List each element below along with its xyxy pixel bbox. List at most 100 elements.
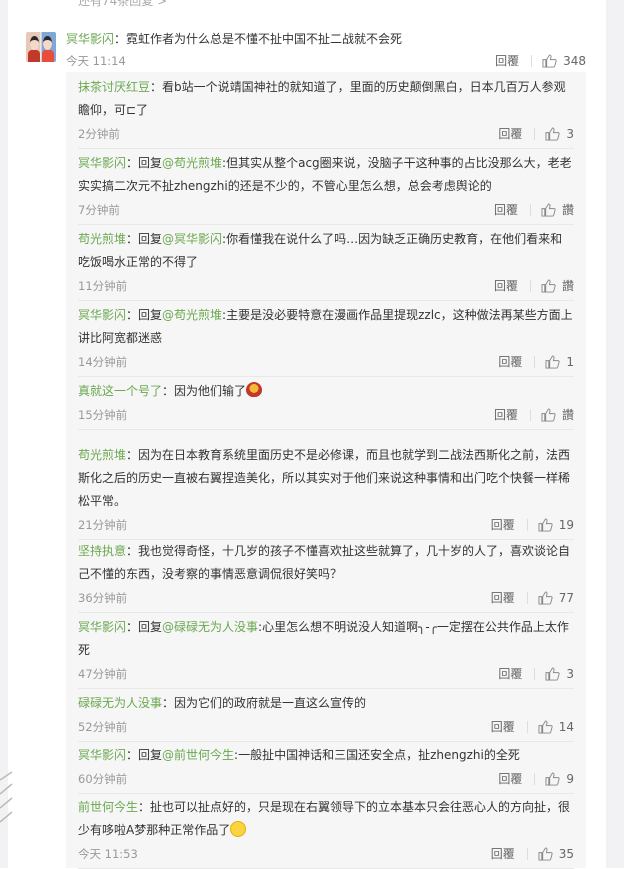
reply-actions: 回覆 3 xyxy=(498,665,574,682)
reply-button[interactable]: 回覆 xyxy=(494,277,518,294)
reply-item: 冥华影闪：回复@前世何今生:一般扯中国神话和三国还安全点，扯zhengzhi的全… xyxy=(78,744,574,794)
decorative-swoosh-icon xyxy=(0,771,13,823)
reply-prefix: ：回复 xyxy=(126,748,163,762)
reply-username[interactable]: 抹茶讨厌红豆 xyxy=(78,80,150,94)
divider xyxy=(534,127,536,140)
reply-item: 碌碌无为人没事：因为它们的政府就是一直这么宣传的 52分钟前 回覆 14 xyxy=(78,692,574,742)
reply-mention[interactable]: @前世何今生 xyxy=(162,748,234,762)
reply-text: ：扯也可以扯点好的，只是现在右翼领导下的立本基本只会往恶心人的方向扯，很少有哆啦… xyxy=(78,800,571,837)
reply-actions: 回覆 讚 xyxy=(494,277,574,294)
reply-item: 苟光煎堆：回复@冥华影闪:你看懂我在说什么了吗…因为缺乏正确历史教育，在他们看来… xyxy=(78,228,574,301)
like-count: 讚 xyxy=(561,408,574,422)
reply-mention[interactable]: @冥华影闪 xyxy=(162,232,222,246)
more-replies-link[interactable]: 还有74条回复 > xyxy=(66,0,586,12)
reply-username[interactable]: 真就这一个号了 xyxy=(78,384,162,398)
reply-actions: 回覆 3 xyxy=(498,125,574,142)
reply-username[interactable]: 冥华影闪 xyxy=(78,620,126,634)
reply-username[interactable]: 碌碌无为人没事 xyxy=(78,696,162,710)
reply-button[interactable]: 回覆 xyxy=(491,516,515,533)
reply-item: 冥华影闪：回复@碌碌无为人没事:心里怎么想不明说没人知道啊╮-╭一定摆在公共作品… xyxy=(78,616,574,689)
reply-time: 47分钟前 xyxy=(78,667,128,681)
boat-emoji-icon xyxy=(246,382,263,398)
reply-item: 前世何今生：扯也可以扯点好的，只是现在右翼领导下的立本基本只会往恶心人的方向扯，… xyxy=(78,796,574,869)
reply-button[interactable]: 回覆 xyxy=(491,718,515,735)
reply-actions: 回覆 14 xyxy=(491,718,574,735)
thumbs-up-icon xyxy=(538,517,553,532)
reply-text: ：因为它们的政府就是一直这么宣传的 xyxy=(162,696,367,710)
reply-actions: 回覆 讚 xyxy=(494,201,574,218)
divider xyxy=(529,408,531,421)
divider xyxy=(529,279,531,292)
like-count: 9 xyxy=(566,771,574,786)
reply-actions: 回覆 19 xyxy=(491,516,574,533)
reply-username[interactable]: 冥华影闪 xyxy=(78,156,126,170)
reply-button[interactable]: 回覆 xyxy=(498,125,522,142)
divider xyxy=(526,847,528,860)
thumbs-up-icon xyxy=(538,590,553,605)
like-button[interactable]: 348 xyxy=(542,54,586,68)
reply-text: ：因为在日本教育系统里面历史不是必修课，而且也就学到二战法西斯化之前，法西斯化之… xyxy=(78,448,571,508)
reply-button[interactable]: 回覆 xyxy=(494,201,518,218)
like-count: 1 xyxy=(566,354,574,369)
reply-actions: 回覆 35 xyxy=(491,845,574,862)
reply-username[interactable]: 苟光煎堆 xyxy=(78,232,126,246)
divider xyxy=(526,518,528,531)
divider xyxy=(529,203,531,216)
like-button[interactable]: 35 xyxy=(538,847,574,861)
like-button[interactable]: 19 xyxy=(538,518,574,532)
reply-mention[interactable]: @苟光煎堆 xyxy=(162,308,222,322)
comment-username[interactable]: 冥华影闪 xyxy=(66,32,114,46)
reply-time: 7分钟前 xyxy=(78,203,120,217)
reply-button[interactable]: 回覆 xyxy=(498,770,522,787)
divider xyxy=(531,54,533,67)
reply-time: 36分钟前 xyxy=(78,591,128,605)
like-count: 14 xyxy=(558,719,574,734)
like-button[interactable]: 1 xyxy=(545,355,574,369)
reply-actions: 回覆 9 xyxy=(498,770,574,787)
reply-time: 21分钟前 xyxy=(78,518,128,532)
reply-button[interactable]: 回覆 xyxy=(495,52,519,69)
reply-button[interactable]: 回覆 xyxy=(494,406,518,423)
like-button[interactable]: 77 xyxy=(538,591,574,605)
comment-text: ：霓虹作者为什么总是不懂不扯中国不扯二战就不会死 xyxy=(114,32,403,46)
comment-time: 今天 11:14 xyxy=(66,54,126,68)
like-count: 讚 xyxy=(561,279,574,293)
thumbs-up-icon xyxy=(545,354,560,369)
like-button[interactable]: 14 xyxy=(538,720,574,734)
thumbs-up-icon xyxy=(545,666,560,681)
reply-button[interactable]: 回覆 xyxy=(498,353,522,370)
reply-username[interactable]: 前世何今生 xyxy=(78,800,138,814)
reply-button[interactable]: 回覆 xyxy=(491,845,515,862)
reply-username[interactable]: 冥华影闪 xyxy=(78,308,126,322)
reply-text: :一般扯中国神话和三国还安全点，扯zhengzhi的全死 xyxy=(234,748,520,762)
reply-mention[interactable]: @碌碌无为人没事 xyxy=(162,620,258,634)
thumbs-up-icon xyxy=(545,126,560,141)
divider xyxy=(526,591,528,604)
like-button[interactable]: 3 xyxy=(545,127,574,141)
reply-time: 52分钟前 xyxy=(78,720,128,734)
like-button[interactable]: 讚 xyxy=(541,201,574,218)
reply-button[interactable]: 回覆 xyxy=(498,665,522,682)
thumbs-up-icon xyxy=(542,53,557,68)
reply-time: 2分钟前 xyxy=(78,127,120,141)
like-button[interactable]: 讚 xyxy=(541,406,574,423)
thumbs-up-icon xyxy=(541,407,556,422)
reply-username[interactable]: 冥华影闪 xyxy=(78,748,126,762)
reply-mention[interactable]: @苟光煎堆 xyxy=(162,156,222,170)
reply-username[interactable]: 苟光煎堆 xyxy=(78,448,126,462)
like-count: 35 xyxy=(558,846,574,861)
like-button[interactable]: 9 xyxy=(545,772,574,786)
like-count: 3 xyxy=(566,666,574,681)
smile-emoji-icon xyxy=(230,821,247,837)
reply-username[interactable]: 坚持执意 xyxy=(78,544,126,558)
divider xyxy=(526,720,528,733)
avatar[interactable] xyxy=(26,32,56,62)
reply-item: 真就这一个号了：因为他们输了 15分钟前 回覆 讚 xyxy=(78,380,574,430)
like-count: 348 xyxy=(563,53,586,68)
more-replies-text: 还有74条回复 > xyxy=(78,0,168,8)
reply-text: ：看b站一个说靖国神社的就知道了，里面的历史颠倒黑白，日本几百万人参观瞻仰，可⊏… xyxy=(78,80,566,117)
like-button[interactable]: 讚 xyxy=(541,277,574,294)
like-button[interactable]: 3 xyxy=(545,667,574,681)
divider xyxy=(534,667,536,680)
reply-button[interactable]: 回覆 xyxy=(491,589,515,606)
